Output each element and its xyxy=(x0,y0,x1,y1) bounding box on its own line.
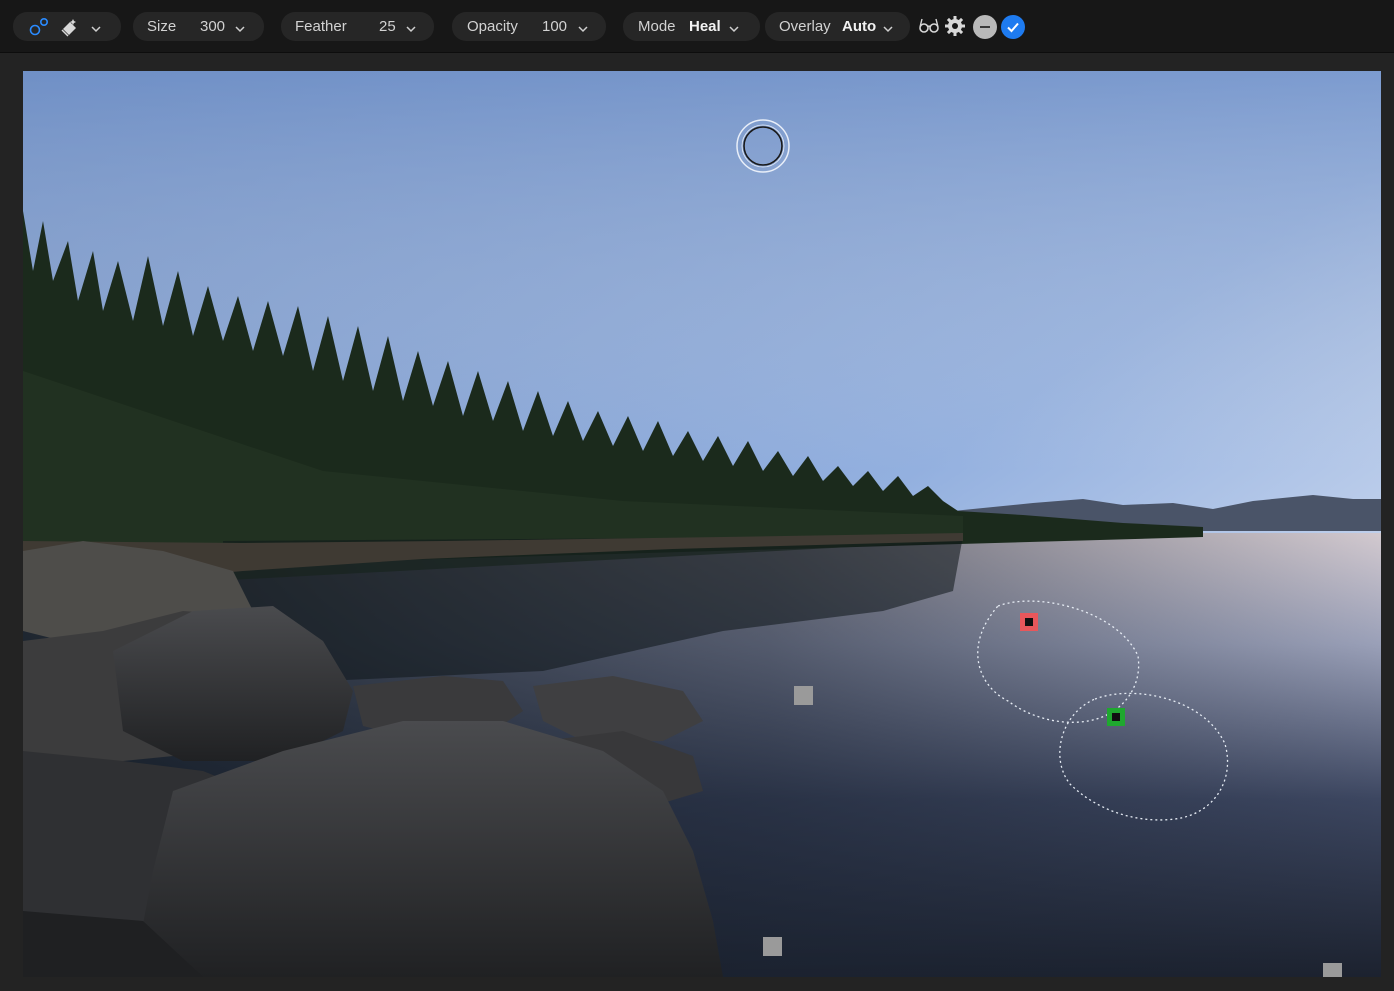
landscape-photo xyxy=(23,71,1381,977)
chevron-down-icon[interactable] xyxy=(578,21,588,33)
inactive-spot-marker[interactable] xyxy=(794,686,813,705)
size-control[interactable]: Size 300 xyxy=(133,12,264,41)
heal-target-area[interactable] xyxy=(1055,689,1233,824)
mode-control[interactable]: Mode Heal xyxy=(623,12,760,41)
toolbar: Size 300 Feather 25 Opacity 100 Mode Hea… xyxy=(0,0,1394,53)
opacity-control[interactable]: Opacity 100 xyxy=(452,12,606,41)
inactive-spot-marker[interactable] xyxy=(763,937,782,956)
size-value[interactable]: 300 xyxy=(200,18,225,35)
opacity-label: Opacity xyxy=(467,18,518,35)
chevron-down-icon[interactable] xyxy=(235,21,245,33)
gear-icon[interactable] xyxy=(944,15,966,42)
brush-eraser-icon[interactable] xyxy=(59,17,81,41)
inactive-spot-marker[interactable] xyxy=(1323,963,1342,977)
size-label: Size xyxy=(147,18,177,35)
overlay-value[interactable]: Auto xyxy=(842,18,876,35)
overlay-label: Overlay xyxy=(779,18,831,35)
tool-selector[interactable] xyxy=(13,12,121,41)
source-marker-dot xyxy=(1025,618,1033,626)
chevron-down-icon[interactable] xyxy=(406,21,416,33)
glasses-icon[interactable] xyxy=(918,16,940,41)
brush-cursor xyxy=(736,119,790,173)
target-marker[interactable] xyxy=(1107,708,1125,726)
mode-label: Mode xyxy=(638,18,676,35)
feather-control[interactable]: Feather 25 xyxy=(281,12,434,41)
image-canvas[interactable] xyxy=(23,71,1381,977)
overlay-control[interactable]: Overlay Auto xyxy=(765,12,910,41)
apply-check-icon[interactable] xyxy=(1000,14,1026,45)
source-marker[interactable] xyxy=(1020,613,1038,631)
opacity-value[interactable]: 100 xyxy=(542,18,567,35)
clone-spot-icon[interactable] xyxy=(29,17,51,41)
feather-value[interactable]: 25 xyxy=(379,18,396,35)
target-marker-dot xyxy=(1112,713,1120,721)
chevron-down-icon[interactable] xyxy=(91,21,101,33)
chevron-down-icon[interactable] xyxy=(729,21,739,33)
mode-value[interactable]: Heal xyxy=(689,18,721,35)
chevron-down-icon[interactable] xyxy=(883,21,893,33)
feather-label: Feather xyxy=(295,18,347,35)
cancel-icon[interactable] xyxy=(972,14,998,45)
